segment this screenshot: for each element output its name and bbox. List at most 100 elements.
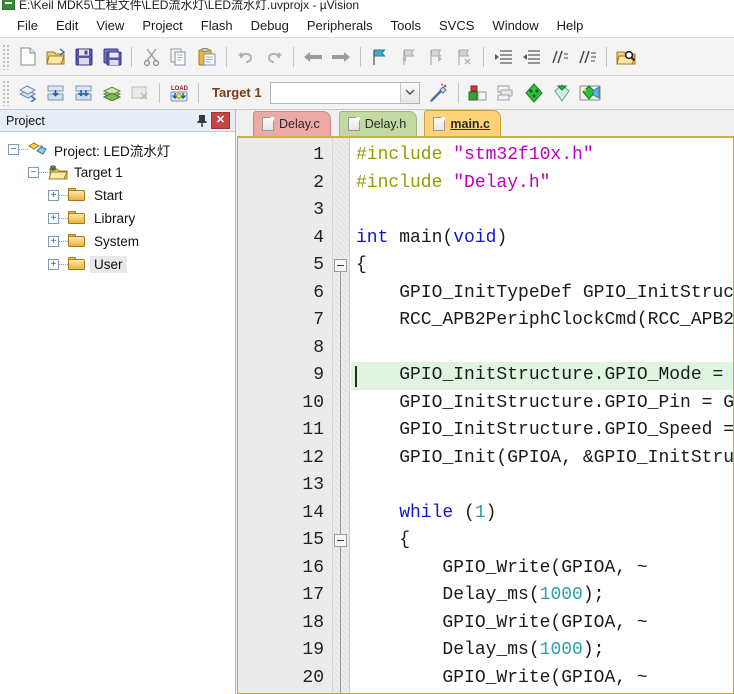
menu-help[interactable]: Help	[548, 15, 593, 36]
bookmark-previous-icon[interactable]	[395, 44, 421, 70]
code-text: GPIO_InitStructure.GPIO_Mode = GPIO_Mode…	[356, 362, 733, 390]
code-line[interactable]: 1 #include "stm32f10x.h"	[238, 142, 733, 170]
collapse-icon[interactable]: −	[28, 167, 39, 178]
target-label: Target 1	[212, 85, 262, 100]
tree-item-library[interactable]: + Library	[0, 207, 235, 230]
save-icon[interactable]	[71, 44, 97, 70]
fold-toggle-icon[interactable]	[334, 259, 347, 272]
fold-connector	[340, 547, 341, 693]
code-line[interactable]: 5{	[238, 252, 733, 280]
tree-item-system[interactable]: + System	[0, 230, 235, 253]
code-line[interactable]: 20 GPIO_Write(GPIOA, ~	[238, 665, 733, 693]
menu-edit[interactable]: Edit	[47, 15, 87, 36]
toolbar-separator	[226, 46, 227, 67]
cut-icon[interactable]	[138, 44, 164, 70]
code-line[interactable]: 17 Delay_ms(1000);	[238, 582, 733, 610]
toolbar-grip[interactable]	[2, 43, 11, 70]
code-line[interactable]: 15 {	[238, 527, 733, 555]
indent-right-icon[interactable]	[490, 44, 516, 70]
tree-item-project-led[interactable]: − Project: LED流水灯	[0, 138, 235, 161]
code-line[interactable]: 2 #include "Delay.h"	[238, 170, 733, 198]
start-debug-icon[interactable]	[521, 80, 547, 106]
target-select[interactable]	[269, 81, 420, 104]
tab-label: Delay.h	[364, 117, 407, 131]
expand-icon[interactable]: +	[48, 236, 59, 247]
editor-tabbar: Delay.c Delay.h main.c	[237, 110, 734, 136]
bookmark-next-icon[interactable]	[423, 44, 449, 70]
navigate-back-icon[interactable]	[300, 44, 326, 70]
fold-toggle-icon[interactable]	[334, 534, 347, 547]
bookmark-toggle-icon[interactable]	[367, 44, 393, 70]
code-line[interactable]: 8	[238, 335, 733, 363]
rebuild-all-icon[interactable]	[71, 80, 97, 106]
paste-icon[interactable]	[194, 44, 220, 70]
code-line[interactable]: 18 GPIO_Write(GPIOA, ~	[238, 610, 733, 638]
tree-item-target-1[interactable]: − Target 1	[0, 161, 235, 184]
menu-debug[interactable]: Debug	[242, 15, 298, 36]
manage-project-items-icon[interactable]	[465, 80, 491, 106]
code-line[interactable]: 11 GPIO_InitStructure.GPIO_Speed = GPIO_…	[238, 417, 733, 445]
code-text: #include "stm32f10x.h"	[356, 142, 594, 170]
expand-icon[interactable]: +	[48, 213, 59, 224]
tree-item-start[interactable]: + Start	[0, 184, 235, 207]
tree-connector	[59, 218, 68, 219]
code-line[interactable]: 7 RCC_APB2PeriphClockCmd(RCC_APB2Periph_…	[238, 307, 733, 335]
packs-installer-icon[interactable]	[577, 80, 603, 106]
translate-file-icon[interactable]	[15, 80, 41, 106]
close-icon[interactable]: ✕	[211, 112, 230, 129]
tree-item-user[interactable]: + User	[0, 253, 235, 276]
menu-window[interactable]: Window	[483, 15, 547, 36]
new-file-icon[interactable]	[15, 44, 41, 70]
menu-file[interactable]: File	[8, 15, 47, 36]
code-line[interactable]: 13	[238, 472, 733, 500]
menu-peripherals[interactable]: Peripherals	[298, 15, 382, 36]
line-number: 5	[313, 255, 324, 275]
navigate-forward-icon[interactable]	[328, 44, 354, 70]
comment-lines-icon[interactable]	[546, 44, 572, 70]
chevron-down-icon[interactable]	[399, 82, 419, 103]
code-token: "Delay.h"	[453, 172, 551, 193]
indent-left-icon[interactable]	[518, 44, 544, 70]
uncomment-lines-icon[interactable]	[574, 44, 600, 70]
build-target-icon[interactable]	[43, 80, 69, 106]
code-line[interactable]: 6 GPIO_InitTypeDef GPIO_InitStructure;	[238, 280, 733, 308]
tab-delay-c[interactable]: Delay.c	[253, 111, 331, 136]
line-number: 10	[302, 392, 324, 413]
multi-project-icon[interactable]	[493, 80, 519, 106]
find-in-files-icon[interactable]	[613, 44, 639, 70]
code-line[interactable]: 16 GPIO_Write(GPIOA, ~	[238, 555, 733, 583]
batch-build-icon[interactable]	[99, 80, 125, 106]
open-file-icon[interactable]	[43, 44, 69, 70]
insert-breakpoint-icon[interactable]	[549, 80, 575, 106]
bookmark-clear-icon[interactable]	[451, 44, 477, 70]
pin-icon[interactable]	[192, 112, 211, 130]
undo-icon[interactable]	[233, 44, 259, 70]
collapse-icon[interactable]: −	[8, 144, 19, 155]
code-line[interactable]: 19 Delay_ms(1000);	[238, 637, 733, 665]
code-editor[interactable]: 1 #include "stm32f10x.h" 2 #include "Delay.…	[237, 136, 734, 694]
target-options-icon[interactable]	[426, 80, 452, 106]
download-to-flash-icon[interactable]: LOAD	[166, 80, 192, 106]
code-line[interactable]: 14 while (1)	[238, 500, 733, 528]
code-line[interactable]: 12 GPIO_Init(GPIOA, &GPIO_InitStructure)…	[238, 445, 733, 473]
code-line[interactable]: 10 GPIO_InitStructure.GPIO_Pin = GPIO_Pi…	[238, 390, 733, 418]
menu-project[interactable]: Project	[133, 15, 191, 36]
toolbar-separator	[457, 82, 459, 103]
menu-view[interactable]: View	[87, 15, 133, 36]
menu-svcs[interactable]: SVCS	[430, 15, 483, 36]
redo-icon[interactable]	[261, 44, 287, 70]
save-all-icon[interactable]	[99, 44, 125, 70]
tab-delay-h[interactable]: Delay.h	[338, 111, 418, 136]
code-line[interactable]: 4 int main(void)	[238, 225, 733, 253]
code-line[interactable]: 9 GPIO_InitStructure.GPIO_Mode = GPIO_Mo…	[238, 362, 733, 390]
tab-main-c[interactable]: main.c	[424, 110, 501, 136]
copy-icon[interactable]	[166, 44, 192, 70]
expand-icon[interactable]: +	[48, 190, 59, 201]
code-text: GPIO_Write(GPIOA, ~	[356, 610, 647, 638]
menu-flash[interactable]: Flash	[192, 15, 242, 36]
menu-tools[interactable]: Tools	[382, 15, 430, 36]
expand-icon[interactable]: +	[48, 259, 59, 270]
code-line[interactable]: 3	[238, 197, 733, 225]
stop-build-icon[interactable]	[127, 80, 153, 106]
toolbar-grip[interactable]	[2, 79, 11, 106]
